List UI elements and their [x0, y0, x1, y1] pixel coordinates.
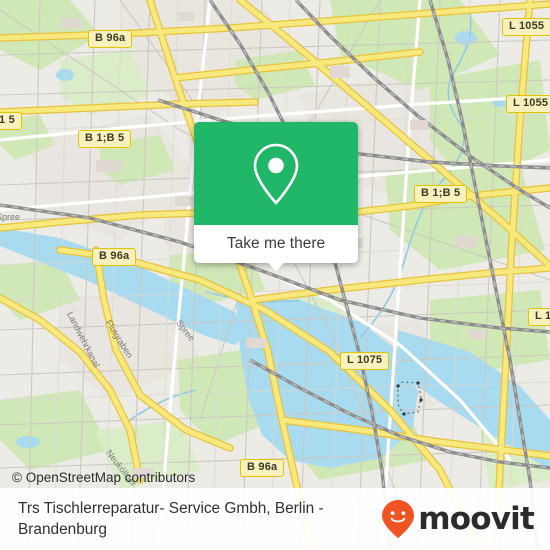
road-shield: L 1075 — [340, 352, 390, 370]
road-shield: B 1;B 5 — [78, 130, 132, 148]
place-title: Trs Tischlerreparatur- Service Gmbh, Ber… — [18, 500, 324, 538]
road-shield: L 1055 — [506, 95, 550, 113]
map-pin-icon — [253, 143, 299, 204]
water-label: Spree — [0, 212, 21, 222]
moovit-map-screenshot: B 96a L 1055 1 5 B 1;B 5 L 1055 B 1;B 5 … — [0, 0, 550, 550]
moovit-wordmark: moovit — [418, 500, 535, 537]
place-callout-card[interactable]: Take me there — [194, 122, 358, 271]
moovit-brand[interactable]: moovit — [381, 499, 550, 539]
callout-tail — [267, 262, 285, 271]
callout-header — [194, 122, 358, 225]
moovit-smiley-pin-icon — [382, 500, 415, 538]
road-shield: B 1;B 5 — [414, 185, 468, 203]
osm-attribution: © OpenStreetMap contributors — [12, 470, 196, 485]
road-shield: L 1055 — [502, 18, 550, 36]
road-shield: B 96a — [240, 459, 285, 477]
take-me-there-label: Take me there — [226, 235, 326, 252]
road-shield: B 96a — [92, 248, 137, 266]
road-shield: L 1 — [528, 308, 550, 326]
bottom-info-bar: Trs Tischlerreparatur- Service Gmbh, Ber… — [0, 488, 550, 550]
take-me-there-button[interactable]: Take me there — [194, 225, 358, 271]
map-canvas[interactable]: B 96a L 1055 1 5 B 1;B 5 L 1055 B 1;B 5 … — [0, 0, 550, 550]
road-shield: B 96a — [88, 30, 133, 48]
road-shield: 1 5 — [0, 112, 22, 130]
